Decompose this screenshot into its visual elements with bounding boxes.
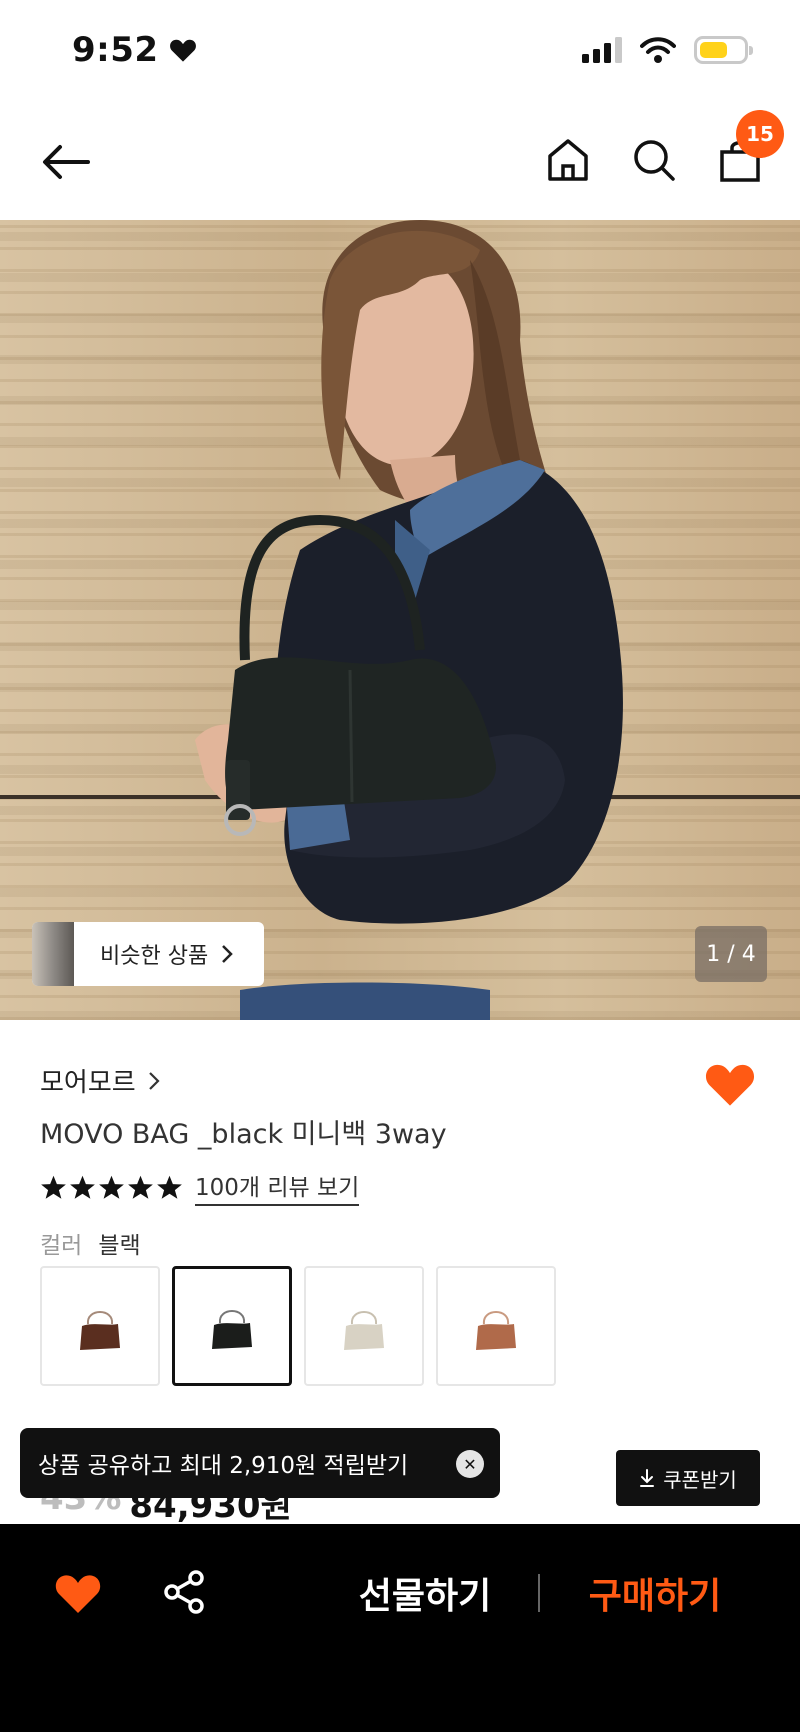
chevron-right-icon [222,945,233,963]
share-icon[interactable] [160,1568,208,1616]
star-icon [41,1175,66,1199]
divider [538,1574,540,1612]
cellular-signal-icon [582,37,622,63]
status-bar: 9:52 [0,0,800,100]
selected-color: 블랙 [98,1233,141,1259]
battery-level [700,42,727,58]
toast-message: 상품 공유하고 최대 2,910원 적립받기 [38,1453,409,1479]
similar-products-button[interactable]: 비슷한 상품 [32,922,264,986]
chevron-right-icon [148,1071,160,1090]
image-page-indicator: 1 / 4 [695,926,767,982]
wishlist-heart-icon[interactable] [704,1058,756,1110]
home-icon [548,139,588,181]
star-icon [99,1175,124,1199]
similar-product-thumbnail [32,922,74,986]
home-button[interactable] [540,130,596,190]
gift-button[interactable]: 선물하기 [340,1566,510,1620]
top-navigation [0,110,800,220]
product-title: MOVO BAG _black 미니백 3way [40,1119,447,1150]
coupon-download-button[interactable]: 쿠폰받기 [616,1450,760,1506]
bag-thumbnail-icon [344,1311,384,1350]
swatch-tan[interactable] [436,1266,556,1386]
brand-link[interactable]: 모어모르 [40,1062,160,1099]
wifi-icon [640,37,676,63]
search-icon [634,140,675,181]
wishlist-heart-icon[interactable] [54,1570,102,1616]
heart-icon [169,39,196,62]
similar-products-label: 비슷한 상품 [100,944,209,969]
brand-name: 모어모르 [40,1068,136,1098]
star-icon [128,1175,153,1199]
model-illustration [195,220,623,1020]
color-option-row: 컬러 블랙 [40,1226,141,1260]
share-reward-toast[interactable]: 상품 공유하고 최대 2,910원 적립받기 ✕ [20,1428,500,1498]
close-icon[interactable]: ✕ [456,1450,484,1478]
clock-text: 9:52 [72,30,159,70]
battery-icon [694,36,753,64]
back-arrow-icon [43,145,90,179]
status-time: 9:52 [72,30,197,70]
star-rating [40,1174,183,1201]
color-swatches [40,1266,556,1386]
star-icon [70,1175,95,1199]
back-button[interactable] [36,132,96,192]
bag-thumbnail-icon [80,1311,120,1350]
star-icon [157,1175,182,1199]
status-indicators [582,36,753,64]
search-button[interactable] [626,130,682,190]
review-link[interactable]: 100개 리뷰 보기 [195,1168,360,1206]
product-image[interactable]: 비슷한 상품 1 / 4 [0,220,800,1020]
color-label: 컬러 [40,1233,83,1259]
download-icon [640,1469,655,1487]
bag-thumbnail-icon [212,1310,252,1349]
cart-count-badge: 15 [736,110,784,158]
buy-button[interactable]: 구매하기 [570,1566,740,1620]
swatch-cream[interactable] [304,1266,424,1386]
coupon-label: 쿠폰받기 [663,1467,737,1492]
bag-thumbnail-icon [476,1311,516,1350]
swatch-brown[interactable] [40,1266,160,1386]
rating-row: 100개 리뷰 보기 [40,1168,360,1206]
bottom-action-bar: 선물하기 구매하기 [0,1524,800,1732]
swatch-black[interactable] [172,1266,292,1386]
